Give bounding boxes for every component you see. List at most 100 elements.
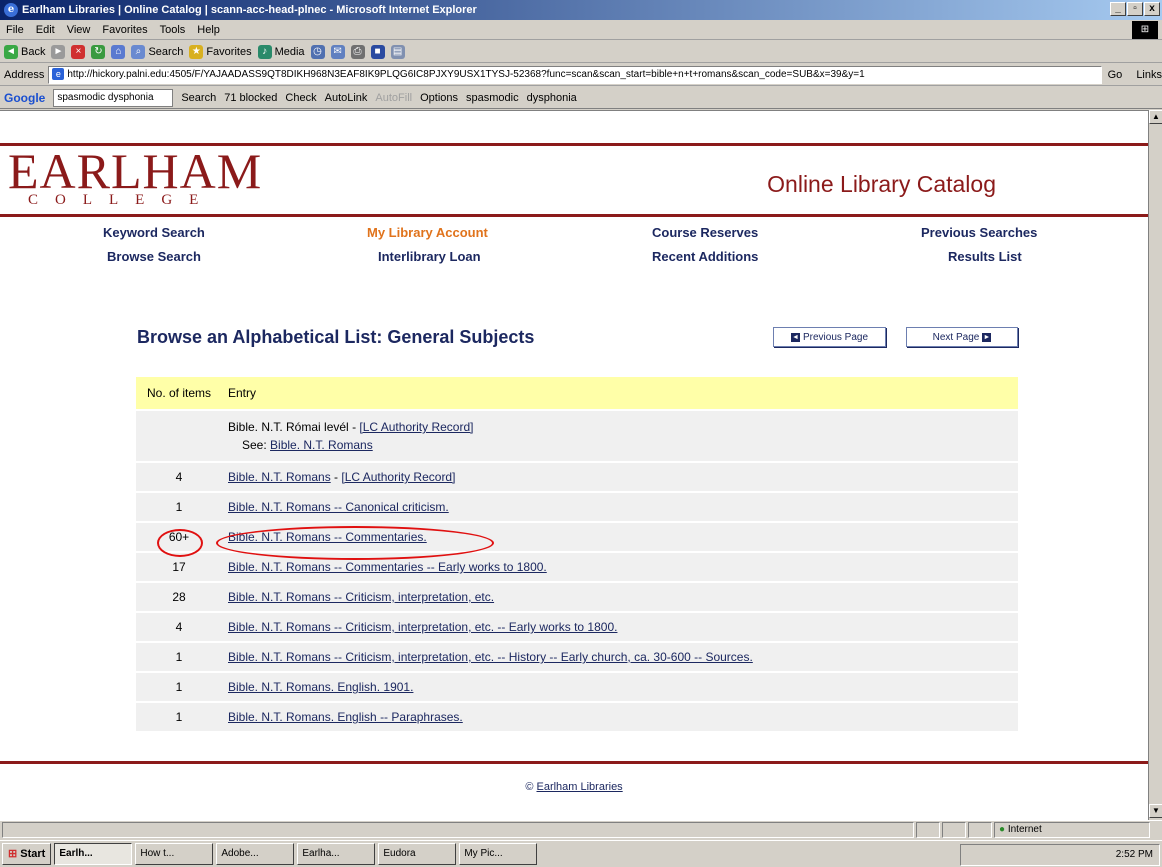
entry-cell: Bible. N.T. Romans -- Criticism, interpr… (222, 643, 1018, 671)
edit-icon[interactable]: ■ (370, 44, 385, 59)
item-count: 17 (136, 553, 222, 581)
print-icon[interactable]: ⎙ (350, 44, 365, 59)
table-row: 1 Bible. N.T. Romans -- Canonical critic… (136, 493, 1018, 521)
standard-toolbar: ◄ Back ► × ↻ ⌂ ⌕ Search ★ Favorites ♪ Me… (0, 41, 1162, 63)
taskbar-item[interactable]: Earlha... (297, 843, 376, 865)
earlham-libraries-link[interactable]: Earlham Libraries (536, 781, 622, 793)
column-header-entry: Entry (222, 377, 1018, 409)
subject-link[interactable]: Bible. N.T. Romans -- Canonical criticis… (228, 500, 449, 514)
search-icon: ⌕ (131, 44, 146, 59)
mail-icon[interactable]: ✉ (330, 44, 345, 59)
table-row: 17 Bible. N.T. Romans -- Commentaries --… (136, 553, 1018, 581)
status-segment (916, 821, 940, 838)
table-row: 28 Bible. N.T. Romans -- Criticism, inte… (136, 583, 1018, 611)
menu-tools[interactable]: Tools (160, 24, 186, 36)
annotation-circle-entry (216, 526, 494, 560)
search-button[interactable]: ⌕ Search (131, 44, 183, 59)
taskbar-item[interactable]: How t... (135, 843, 214, 865)
table-row: Bible. N.T. Római levél - [LC Authority … (136, 411, 1018, 461)
window-title-bar: e Earlham Libraries | Online Catalog | s… (0, 0, 1162, 20)
autofill-button[interactable]: AutoFill (375, 92, 412, 104)
windows-flag-icon: ⊞ (8, 848, 18, 860)
links-button[interactable]: Links (1136, 69, 1162, 81)
forward-button[interactable]: ► (51, 44, 66, 59)
scroll-down-icon[interactable]: ▼ (1149, 804, 1162, 818)
subject-link[interactable]: Bible. N.T. Romans -- Criticism, interpr… (228, 650, 753, 664)
item-count (136, 411, 222, 461)
nav-keyword-search[interactable]: Keyword Search (103, 225, 205, 240)
google-search-input[interactable]: spasmodic dysphonia (53, 88, 174, 107)
history-icon[interactable]: ◷ (310, 44, 325, 59)
close-button[interactable]: x (1144, 2, 1160, 16)
maximize-button[interactable]: ▫ (1127, 2, 1143, 16)
subject-link[interactable]: Bible. N.T. Romans -- Commentaries -- Ea… (228, 560, 547, 574)
item-count: 4 (136, 463, 222, 491)
google-search-button[interactable]: Search (181, 92, 216, 104)
stop-icon[interactable]: × (71, 44, 86, 59)
autolink-button[interactable]: AutoLink (325, 92, 368, 104)
subject-link[interactable]: Bible. N.T. Romans -- Criticism, interpr… (228, 590, 494, 604)
lc-authority-link[interactable]: [LC Authority Record] (359, 420, 473, 434)
window-title: Earlham Libraries | Online Catalog | sca… (22, 4, 477, 16)
taskbar-item[interactable]: Adobe... (216, 843, 295, 865)
table-row: 4 Bible. N.T. Romans - [LC Authority Rec… (136, 463, 1018, 491)
item-count: 1 (136, 643, 222, 671)
menu-edit[interactable]: Edit (36, 24, 55, 36)
previous-page-button[interactable]: ◄ Previous Page (773, 327, 886, 347)
subject-link[interactable]: Bible. N.T. Romans. English. 1901. (228, 680, 413, 694)
nav-interlibrary-loan[interactable]: Interlibrary Loan (378, 249, 481, 264)
back-arrow-icon: ◄ (4, 44, 18, 59)
nav-my-library-account[interactable]: My Library Account (367, 225, 488, 240)
menu-help[interactable]: Help (197, 24, 220, 36)
ie-icon: e (4, 3, 18, 17)
vertical-scrollbar[interactable]: ▲ ▼ (1148, 110, 1162, 820)
annotation-circle-count (157, 529, 203, 557)
options-button[interactable]: Options (420, 92, 458, 104)
address-label: Address (4, 68, 45, 81)
nav-browse-search[interactable]: Browse Search (107, 249, 201, 264)
menu-file[interactable]: File (6, 24, 24, 36)
media-button[interactable]: ♪ Media (257, 44, 305, 59)
clock[interactable]: 2:52 PM (1116, 849, 1153, 860)
globe-icon: ● (999, 823, 1006, 835)
page-footer: © Earlham Libraries (0, 781, 1148, 793)
google-logo[interactable]: Google (4, 91, 45, 105)
nav-previous-searches[interactable]: Previous Searches (921, 225, 1037, 240)
lc-authority-link[interactable]: [LC Authority Record] (341, 470, 455, 484)
back-button[interactable]: ◄ Back (4, 44, 45, 59)
discuss-icon[interactable]: ▤ (390, 44, 405, 59)
nav-results-list[interactable]: Results List (948, 249, 1022, 264)
refresh-icon[interactable]: ↻ (91, 44, 106, 59)
spell-check-button[interactable]: Check (285, 92, 316, 104)
start-button[interactable]: ⊞ Start (2, 843, 52, 865)
nav-course-reserves[interactable]: Course Reserves (652, 225, 758, 240)
see-reference-link[interactable]: Bible. N.T. Romans (270, 438, 373, 452)
forward-arrow-icon: ► (51, 44, 66, 59)
previous-arrow-icon: ◄ (790, 332, 800, 342)
minimize-button[interactable]: _ (1110, 2, 1126, 16)
highlight-term-2[interactable]: dysphonia (527, 92, 577, 104)
taskbar-item[interactable]: Earlh... (54, 843, 133, 865)
entry-cell: Bible. N.T. Romans - [LC Authority Recor… (222, 463, 1018, 491)
popup-blocked-counter[interactable]: 71 blocked (224, 92, 277, 104)
taskbar-item[interactable]: My Pic... (459, 843, 538, 865)
highlight-term-1[interactable]: spasmodic (466, 92, 519, 104)
scroll-up-icon[interactable]: ▲ (1149, 110, 1162, 124)
entry-cell: Bible. N.T. Romans -- Criticism, interpr… (222, 613, 1018, 641)
nav-recent-additions[interactable]: Recent Additions (652, 249, 758, 264)
item-count: 1 (136, 703, 222, 731)
menu-view[interactable]: View (67, 24, 91, 36)
next-page-button[interactable]: Next Page ► (906, 327, 1018, 347)
menu-favorites[interactable]: Favorites (102, 24, 147, 36)
home-icon[interactable]: ⌂ (111, 44, 126, 59)
table-row: 1 Bible. N.T. Romans. English. 1901. (136, 673, 1018, 701)
address-input[interactable]: http://hickory.palni.edu:4505/F/YAJAADAS… (48, 65, 1102, 84)
favorites-button[interactable]: ★ Favorites (189, 44, 252, 59)
table-header-row: No. of items Entry (136, 377, 1018, 409)
subject-link[interactable]: Bible. N.T. Romans (228, 470, 331, 484)
taskbar-item[interactable]: Eudora (378, 843, 457, 865)
subject-link[interactable]: Bible. N.T. Romans -- Criticism, interpr… (228, 620, 617, 634)
subject-link[interactable]: Bible. N.T. Romans. English -- Paraphras… (228, 710, 463, 724)
column-header-count: No. of items (136, 377, 222, 409)
go-button[interactable]: Go (1108, 69, 1123, 81)
